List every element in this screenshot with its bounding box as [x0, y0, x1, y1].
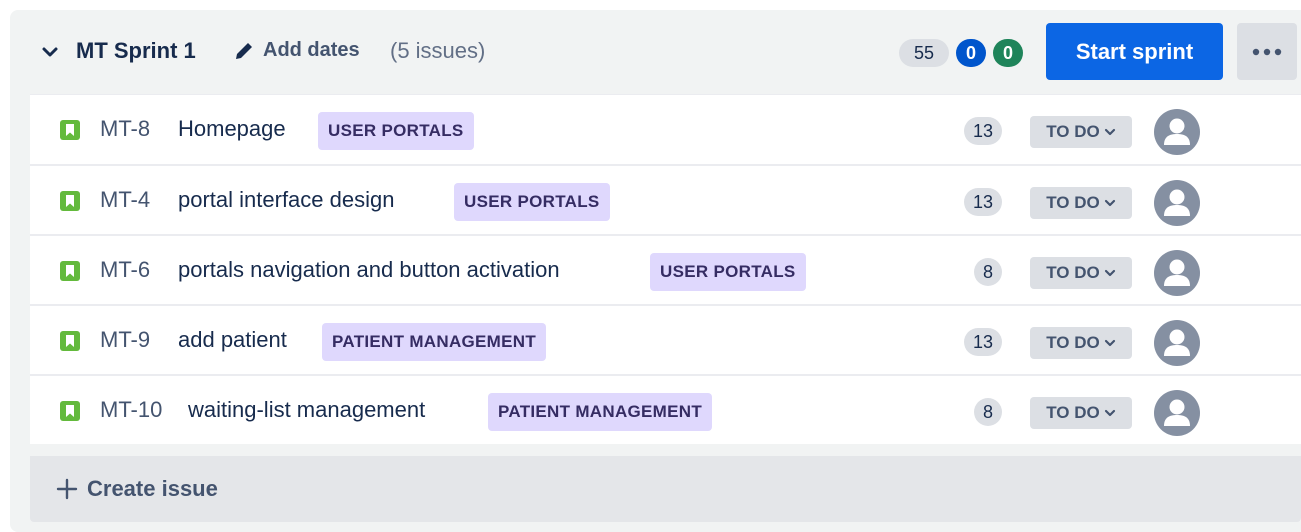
- unassigned-avatar-icon[interactable]: [1154, 320, 1200, 366]
- total-points-badge: 55: [899, 39, 949, 67]
- unassigned-avatar-icon[interactable]: [1154, 109, 1200, 155]
- issue-key[interactable]: MT-6: [100, 257, 150, 283]
- status-dropdown[interactable]: TO DO: [1030, 397, 1132, 429]
- status-label: TO DO: [1046, 122, 1100, 141]
- pencil-icon[interactable]: [233, 40, 255, 62]
- status-label: TO DO: [1046, 263, 1100, 282]
- issue-key[interactable]: MT-4: [100, 187, 150, 213]
- chevron-down-icon: [1104, 269, 1115, 277]
- issue-row[interactable]: MT-8 Homepage USER PORTALS 13 TO DO: [30, 94, 1301, 164]
- story-icon: [60, 191, 80, 211]
- issue-row[interactable]: MT-4 portal interface design USER PORTAL…: [30, 164, 1301, 234]
- chevron-down-icon: [1104, 199, 1115, 207]
- issue-key[interactable]: MT-10: [100, 397, 162, 423]
- issue-key[interactable]: MT-9: [100, 327, 150, 353]
- story-points-badge[interactable]: 8: [974, 398, 1002, 426]
- more-actions-button[interactable]: [1237, 23, 1297, 80]
- status-dropdown[interactable]: TO DO: [1030, 327, 1132, 359]
- issue-key[interactable]: MT-8: [100, 116, 150, 142]
- story-icon: [60, 120, 80, 140]
- plus-icon: [56, 478, 78, 500]
- issue-summary[interactable]: waiting-list management: [188, 397, 425, 423]
- start-sprint-button[interactable]: Start sprint: [1046, 23, 1223, 80]
- status-dropdown[interactable]: TO DO: [1030, 257, 1132, 289]
- status-label: TO DO: [1046, 193, 1100, 212]
- create-issue-button[interactable]: Create issue: [30, 456, 1301, 522]
- unassigned-avatar-icon[interactable]: [1154, 180, 1200, 226]
- epic-label[interactable]: PATIENT MANAGEMENT: [322, 323, 547, 361]
- story-points-badge[interactable]: 13: [964, 117, 1002, 145]
- story-icon: [60, 331, 80, 351]
- issue-summary[interactable]: portals navigation and button activation: [178, 257, 560, 283]
- more-horizontal-icon: [1252, 48, 1282, 55]
- epic-label[interactable]: USER PORTALS: [454, 183, 610, 221]
- in-progress-points-badge: 0: [956, 39, 986, 67]
- issue-count: (5 issues): [390, 38, 486, 63]
- issue-summary[interactable]: portal interface design: [178, 187, 394, 213]
- issue-row[interactable]: MT-10 waiting-list management PATIENT MA…: [30, 374, 1301, 444]
- create-issue-label: Create issue: [87, 476, 218, 501]
- status-dropdown[interactable]: TO DO: [1030, 187, 1132, 219]
- sprint-container: MT Sprint 1 Add dates (5 issues) 55 0 0 …: [10, 10, 1301, 532]
- chevron-down-icon: [1104, 128, 1115, 136]
- story-points-badge[interactable]: 8: [974, 258, 1002, 286]
- add-dates-link[interactable]: Add dates: [263, 39, 360, 62]
- epic-label[interactable]: USER PORTALS: [650, 253, 806, 291]
- epic-label[interactable]: USER PORTALS: [318, 112, 474, 150]
- sprint-header: MT Sprint 1 Add dates (5 issues) 55 0 0 …: [10, 10, 1301, 94]
- chevron-down-icon: [1104, 409, 1115, 417]
- story-icon: [60, 261, 80, 281]
- done-points-badge: 0: [993, 39, 1023, 67]
- story-points-badge[interactable]: 13: [964, 328, 1002, 356]
- status-label: TO DO: [1046, 403, 1100, 422]
- unassigned-avatar-icon[interactable]: [1154, 390, 1200, 436]
- epic-label[interactable]: PATIENT MANAGEMENT: [488, 393, 713, 431]
- issue-list: MT-8 Homepage USER PORTALS 13 TO DO MT-4…: [30, 94, 1301, 444]
- chevron-down-icon: [1104, 339, 1115, 347]
- story-points-badge[interactable]: 13: [964, 188, 1002, 216]
- status-dropdown[interactable]: TO DO: [1030, 116, 1132, 148]
- issue-summary[interactable]: add patient: [178, 327, 287, 353]
- issue-summary[interactable]: Homepage: [178, 116, 286, 142]
- chevron-down-icon[interactable]: [40, 42, 60, 62]
- sprint-name: MT Sprint 1: [76, 38, 196, 63]
- unassigned-avatar-icon[interactable]: [1154, 250, 1200, 296]
- issue-row[interactable]: MT-6 portals navigation and button activ…: [30, 234, 1301, 304]
- issue-row[interactable]: MT-9 add patient PATIENT MANAGEMENT 13 T…: [30, 304, 1301, 374]
- status-label: TO DO: [1046, 333, 1100, 352]
- story-icon: [60, 401, 80, 421]
